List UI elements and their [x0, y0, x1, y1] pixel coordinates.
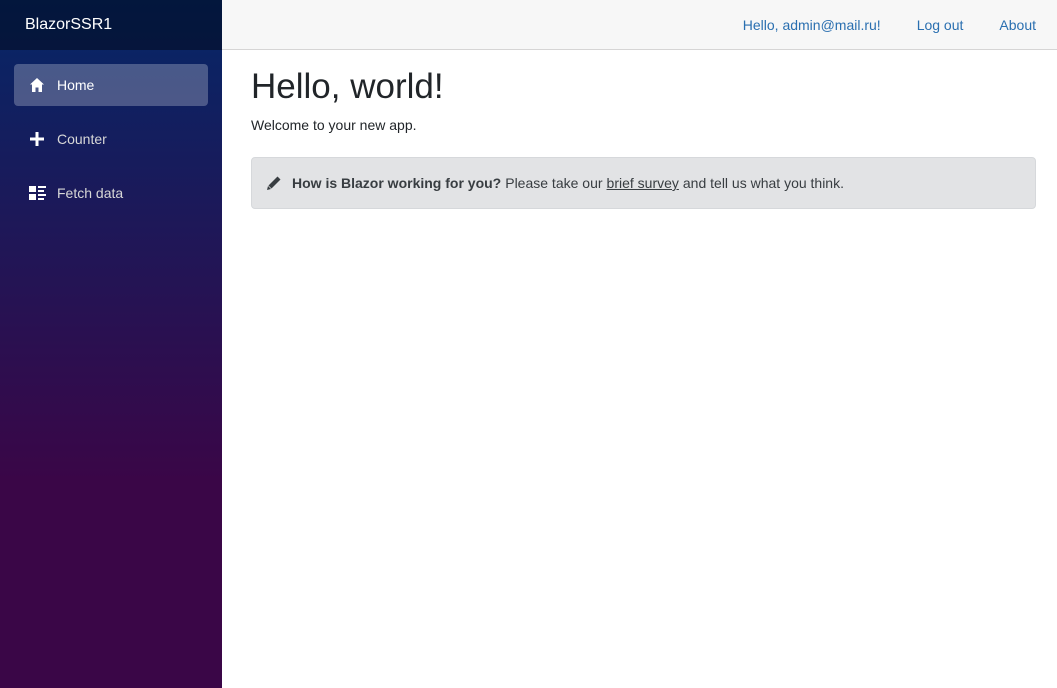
brand-bar: BlazorSSR1: [0, 0, 222, 50]
sidebar-item-home[interactable]: Home: [14, 64, 208, 106]
page-title: Hello, world!: [251, 67, 444, 106]
sidebar-item-label: Fetch data: [57, 185, 124, 201]
top-bar: Hello, admin@mail.ru! Log out About: [222, 0, 1057, 50]
pencil-icon: [266, 175, 282, 191]
logout-link[interactable]: Log out: [917, 17, 964, 33]
welcome-text: Welcome to your new app.: [251, 117, 417, 133]
sidebar-item-counter[interactable]: Counter: [14, 118, 208, 160]
user-greeting-link[interactable]: Hello, admin@mail.ru!: [743, 17, 881, 33]
survey-text-after: and tell us what you think.: [682, 175, 844, 191]
survey-question: How is Blazor working for you?: [292, 175, 502, 191]
main-content: Hello, world! Welcome to your new app. H…: [251, 50, 1036, 209]
sidebar-nav: Home Counter Fetch data: [0, 50, 222, 214]
survey-text-before: Please take our: [505, 175, 603, 191]
survey-link[interactable]: brief survey: [607, 175, 679, 191]
survey-prompt: How is Blazor working for you? Please ta…: [251, 157, 1036, 209]
about-link[interactable]: About: [999, 17, 1036, 33]
sidebar-item-label: Counter: [57, 131, 107, 147]
brand-title[interactable]: BlazorSSR1: [25, 16, 112, 34]
plus-icon: [28, 130, 46, 148]
sidebar-item-label: Home: [57, 77, 95, 93]
sidebar: BlazorSSR1 Home Counter Fetch data: [0, 0, 222, 688]
home-icon: [28, 76, 46, 94]
list-icon: [28, 184, 46, 202]
sidebar-item-fetch-data[interactable]: Fetch data: [14, 172, 208, 214]
